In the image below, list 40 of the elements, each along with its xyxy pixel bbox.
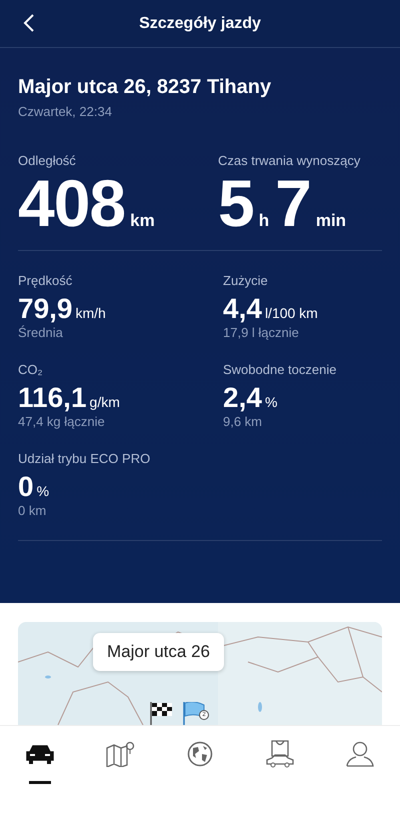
stat-note: Średnia (18, 325, 64, 340)
stat-value: 4,4 (223, 295, 262, 323)
metric-label: Czas trwania wynoszący (218, 153, 362, 168)
metric-unit: km (130, 211, 155, 231)
stat-label: Zużycie (223, 273, 269, 288)
screen-title: Szczegóły jazdy (139, 14, 261, 32)
stat-unit: g/km (90, 394, 120, 410)
stat-note: 9,6 km (223, 414, 264, 429)
car-icon (25, 743, 55, 765)
stat-label: CO₂ (18, 362, 44, 377)
person-icon (346, 741, 374, 767)
stat-unit: % (264, 394, 278, 410)
stat-unit: % (36, 483, 50, 499)
metric-unit: h (258, 211, 270, 231)
stat-value: 79,9 (18, 295, 72, 323)
stat-unit: km/h (76, 305, 106, 321)
active-indicator (29, 781, 51, 784)
shopping-car-icon (265, 740, 295, 768)
stat-note: 17,9 l łącznie (223, 325, 300, 340)
trip-address: Major utca 26, 8237 Tihany (18, 76, 272, 99)
stat-unit: l/100 km (264, 305, 318, 321)
metric-value: 5 (218, 170, 254, 236)
metric-unit: min (316, 211, 346, 231)
map-icon (105, 741, 135, 767)
stat-note: 47,4 kg łącznie (18, 414, 106, 429)
back-icon (22, 13, 36, 33)
globe-icon (187, 741, 213, 767)
stat-label: Swobodne toczenie (223, 362, 338, 377)
stat-value: 0 (18, 473, 34, 501)
stat-note: 0 km (18, 503, 48, 518)
metric-value: 7 (275, 170, 311, 236)
stat-label: Prędkość (18, 273, 74, 288)
metric-label: Odległość (18, 153, 77, 168)
trip-date: Czwartek, 22:34 (18, 104, 113, 119)
metric-value: 408 (18, 170, 126, 236)
flag-icon (182, 702, 206, 725)
stat-value: 2,4 (223, 384, 262, 412)
stat-label: Udział trybu ECO PRO (18, 451, 152, 466)
stat-value: 116,1 (18, 384, 87, 412)
location-callout: Major utca 26 (93, 633, 224, 671)
